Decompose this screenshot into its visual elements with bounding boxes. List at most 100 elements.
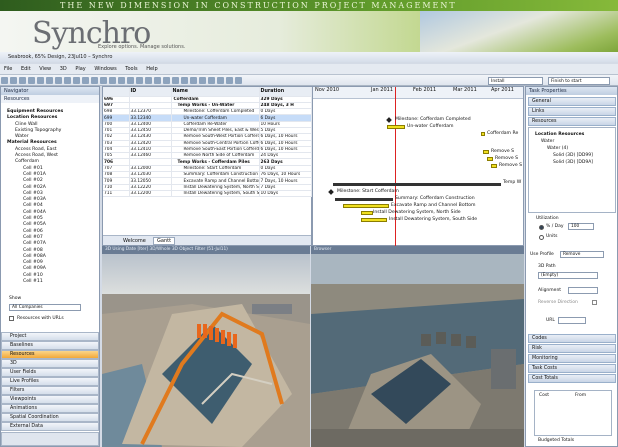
outdent-icon[interactable] xyxy=(118,77,125,84)
section-cost-totals[interactable]: Cost Totals xyxy=(528,374,616,383)
alignment-select[interactable] xyxy=(568,287,598,294)
menu-edit[interactable]: Edit xyxy=(21,66,31,72)
util-units-radio[interactable] xyxy=(539,235,544,240)
col-header[interactable]: Name xyxy=(171,87,260,97)
menu-file[interactable]: File xyxy=(4,66,12,72)
table-row[interactable]: 703 33.12420 Remove South-Central Portion … xyxy=(103,140,312,147)
nav-live-profiles-button[interactable]: Live Profiles xyxy=(1,377,99,386)
resource-icon[interactable] xyxy=(217,77,224,84)
camera-icon[interactable] xyxy=(181,77,188,84)
zoom-icon[interactable] xyxy=(73,77,80,84)
summary-bar[interactable] xyxy=(335,198,393,201)
col-header[interactable] xyxy=(103,87,130,97)
tree-node[interactable]: Solid (3D) [DD99] xyxy=(553,153,593,158)
milestone-marker[interactable] xyxy=(386,117,392,123)
gantt-bar[interactable] xyxy=(387,125,405,129)
milestone-icon[interactable] xyxy=(136,77,143,84)
layers-icon[interactable] xyxy=(190,77,197,84)
tree-node[interactable]: Location Resources xyxy=(535,132,584,137)
nav-viewpoints-button[interactable]: Viewpoints xyxy=(1,395,99,404)
stop-icon[interactable] xyxy=(154,77,161,84)
menu-windows[interactable]: Windows xyxy=(94,66,116,72)
table-row[interactable]: 704 33.12410 Remove South-East Portion Cof… xyxy=(103,146,312,154)
table-row[interactable]: 702 33.12430 Remove South-West Portion Cof… xyxy=(103,133,312,141)
nav-user-fields-button[interactable]: User Fields xyxy=(1,368,99,377)
col-header[interactable]: Duration xyxy=(259,87,312,97)
finish-combo[interactable]: Finish to start xyxy=(548,77,610,85)
section-task-costs[interactable]: Task Costs xyxy=(528,364,616,373)
menu-tools[interactable]: Tools xyxy=(125,66,137,72)
util-value-input[interactable]: 100 xyxy=(568,223,594,230)
report-icon[interactable] xyxy=(226,77,233,84)
nav-animations-button[interactable]: Animations xyxy=(1,404,99,413)
nav-baselines-button[interactable]: Baselines xyxy=(1,341,99,350)
table-row[interactable]: 711 33.12200 Install Dewatering System, So… xyxy=(103,190,312,198)
tree-node[interactable]: Water xyxy=(541,139,554,144)
summary-bar[interactable] xyxy=(333,183,501,186)
nav-spatial-button[interactable]: Spatial Coordination xyxy=(1,413,99,422)
table-row[interactable]: 709 33.12050 Excavate Ramp and Channel Bot… xyxy=(103,177,312,185)
section-resources[interactable]: Resources xyxy=(528,117,616,126)
open-icon[interactable] xyxy=(10,77,17,84)
show-select[interactable]: All Companies xyxy=(9,304,81,311)
menu-help[interactable]: Help xyxy=(146,66,157,72)
link-icon[interactable] xyxy=(91,77,98,84)
gantt-bar[interactable] xyxy=(481,132,485,136)
task-icon[interactable] xyxy=(127,77,134,84)
urls-checkbox[interactable] xyxy=(9,316,14,321)
gantt-bar[interactable] xyxy=(343,204,389,208)
section-general[interactable]: General xyxy=(528,97,616,106)
indent-icon[interactable] xyxy=(109,77,116,84)
unlink-icon[interactable] xyxy=(100,77,107,84)
new-icon[interactable] xyxy=(1,77,8,84)
menu-view[interactable]: View xyxy=(39,66,51,72)
table-row[interactable]: 708 33.12030 Summary: Cofferdam Constructi… xyxy=(103,171,312,179)
util-percent-radio[interactable] xyxy=(539,225,544,230)
rewind-icon[interactable] xyxy=(163,77,170,84)
section-links[interactable]: Links xyxy=(528,107,616,116)
nav-project-button[interactable]: Project xyxy=(1,332,99,341)
milestone-marker[interactable] xyxy=(328,189,334,195)
use-profile-select[interactable]: Remove xyxy=(560,251,604,258)
forward-icon[interactable] xyxy=(172,77,179,84)
undo-icon[interactable] xyxy=(55,77,62,84)
cut-icon[interactable] xyxy=(28,77,35,84)
gantt-bar[interactable] xyxy=(361,218,387,222)
gantt-bar[interactable] xyxy=(361,211,373,215)
table-row[interactable]: 700 33.12400 Cofferdam Re-Water 10 Hours xyxy=(103,121,312,129)
tree-node[interactable]: Water (4) xyxy=(547,146,568,151)
nav-3d-button[interactable]: 3D xyxy=(1,359,99,368)
section-codes[interactable]: Codes xyxy=(528,334,616,343)
tab-gantt[interactable]: Gantt xyxy=(153,237,176,245)
paste-icon[interactable] xyxy=(46,77,53,84)
reverse-checkbox[interactable] xyxy=(592,300,597,305)
nav-filters-button[interactable]: Filters xyxy=(1,386,99,395)
print-icon[interactable] xyxy=(235,77,242,84)
section-monitoring[interactable]: Monitoring xyxy=(528,354,616,363)
gantt-bar[interactable] xyxy=(491,164,497,168)
section-risk[interactable]: Risk xyxy=(528,344,616,353)
grid-icon[interactable] xyxy=(199,77,206,84)
menu-play[interactable]: Play xyxy=(75,66,85,72)
save-icon[interactable] xyxy=(19,77,26,84)
url-input[interactable] xyxy=(558,317,586,324)
redo-icon[interactable] xyxy=(64,77,71,84)
tree-node[interactable]: Solid (3D) [DD9A] xyxy=(553,160,593,165)
col-header[interactable]: ID xyxy=(129,87,172,97)
menu-3d[interactable]: 3D xyxy=(60,66,67,72)
grid-tabbar: Welcome Gantt xyxy=(103,235,311,245)
filter-icon[interactable] xyxy=(82,77,89,84)
browser-viewport[interactable]: Browser xyxy=(311,246,524,447)
path-select[interactable]: (Empty) xyxy=(538,272,598,279)
gantt-bar[interactable] xyxy=(483,150,489,154)
gantt-bar[interactable] xyxy=(487,157,493,161)
calendar-icon[interactable] xyxy=(208,77,215,84)
copy-icon[interactable] xyxy=(37,77,44,84)
3d-viewport[interactable]: 3D Using Date [Iter] 3D/Whole 3D Object … xyxy=(102,246,310,447)
play-icon[interactable] xyxy=(145,77,152,84)
tree-node[interactable]: Cell #11 xyxy=(3,279,97,285)
nav-resources-button[interactable]: Resources xyxy=(1,350,99,359)
nav-external-data-button[interactable]: External Data xyxy=(1,422,99,431)
mode-combo[interactable]: Install xyxy=(488,77,543,85)
tab-welcome[interactable]: Welcome xyxy=(123,238,146,244)
